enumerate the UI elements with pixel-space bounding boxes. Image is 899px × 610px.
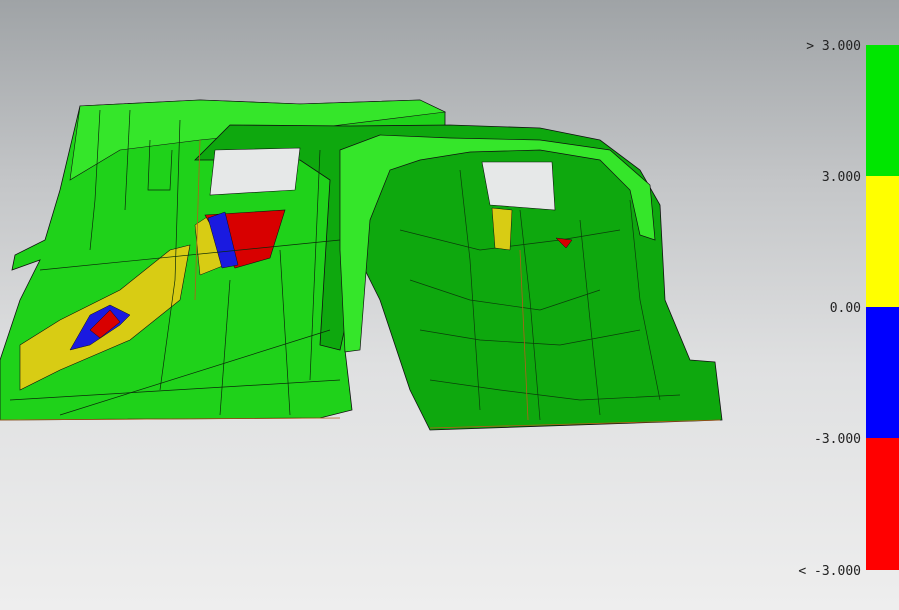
legend-label-lower: -3.000 — [814, 432, 861, 447]
deviation-color-legend — [866, 45, 899, 570]
3d-viewport[interactable] — [0, 0, 899, 610]
part-opening-left — [209, 147, 301, 196]
legend-label-upper: 3.000 — [821, 170, 861, 185]
legend-band-yellow — [866, 176, 899, 307]
part-model[interactable] — [0, 0, 899, 610]
legend-label-zero: 0.00 — [829, 301, 861, 316]
legend-label-min: < -3.000 — [798, 564, 861, 579]
deviation-yellow-right — [491, 207, 513, 251]
legend-label-max: > 3.000 — [806, 39, 861, 54]
part-opening-right — [481, 161, 556, 211]
legend-band-blue — [866, 307, 899, 438]
legend-band-red — [866, 438, 899, 570]
legend-band-green — [866, 45, 899, 176]
